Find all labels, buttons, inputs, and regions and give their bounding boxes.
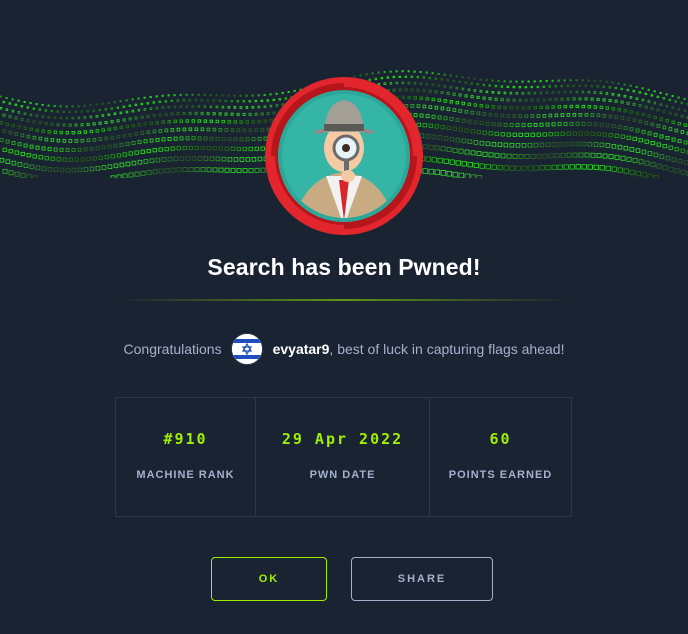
israel-flag-icon [230,333,263,365]
congrats-prefix: Congratulations [123,341,222,357]
stats-panel: #910 MACHINE RANK 29 Apr 2022 PWN DATE 6… [115,397,572,517]
stat-pwn-date: 29 Apr 2022 PWN DATE [255,398,429,516]
stat-value: #910 [163,430,208,448]
ok-button[interactable]: OK [211,557,327,601]
pwned-modal: Search has been Pwned! Congratulations e… [0,0,688,634]
stat-value: 29 Apr 2022 [281,430,404,448]
modal-title: Search has been Pwned! [207,254,481,280]
divider [120,299,568,301]
congrats-line: Congratulations evyatar9 , best of luck … [0,332,688,366]
stat-label: POINTS EARNED [448,469,553,481]
stat-machine-rank: #910 MACHINE RANK [116,398,255,516]
username-link[interactable]: evyatar9 [273,341,330,357]
stat-value: 60 [489,430,512,448]
share-button[interactable]: SHARE [351,557,493,601]
detective-magnifier-icon [264,76,424,236]
stat-points-earned: 60 POINTS EARNED [429,398,571,516]
stat-label: MACHINE RANK [136,469,235,481]
stat-label: PWN DATE [309,469,376,481]
congrats-suffix: , best of luck in capturing flags ahead! [329,341,565,357]
